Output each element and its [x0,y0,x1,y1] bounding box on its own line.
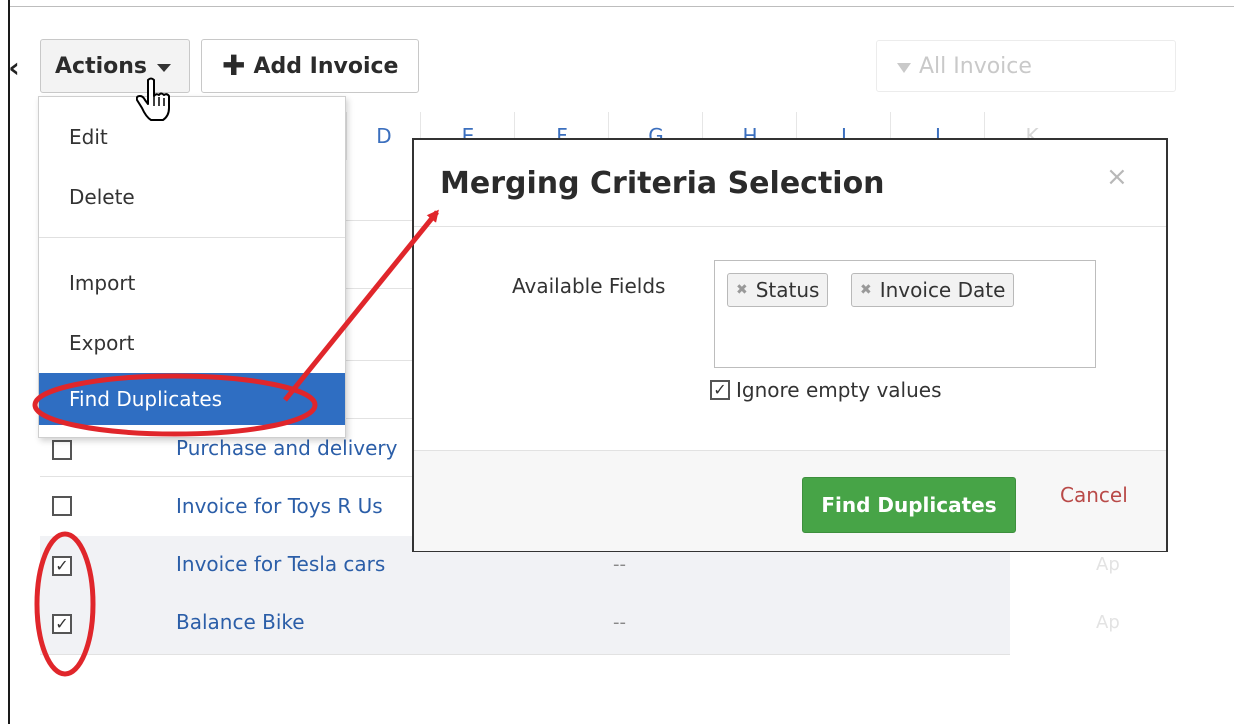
tag-invoice-date: ✖ Invoice Date [851,273,1015,307]
row-checkbox-checked[interactable]: ✓ [52,556,72,576]
row-invoice-link[interactable]: Purchase and delivery [176,436,397,460]
ignore-empty-values-option: ✓ Ignore empty values [710,378,942,402]
menu-item-export[interactable]: Export [39,317,345,369]
merging-criteria-modal: Merging Criteria Selection × Available F… [412,138,1168,552]
find-duplicates-button[interactable]: Find Duplicates [802,477,1016,533]
ignore-empty-label: Ignore empty values [736,378,942,402]
cancel-button[interactable]: Cancel [1060,483,1128,507]
available-fields-label: Available Fields [512,274,666,298]
window-top-border [8,6,1234,7]
ignore-empty-checkbox[interactable]: ✓ [710,380,730,400]
cell-value-faded: Ap [1096,554,1120,575]
add-invoice-button[interactable]: ✚ Add Invoice [201,39,419,93]
column-header-d[interactable]: D [346,112,421,160]
row-invoice-link[interactable]: Balance Bike [176,610,305,634]
row-invoice-link[interactable]: Invoice for Tesla cars [176,552,385,576]
add-invoice-label: Add Invoice [253,53,399,79]
menu-item-edit[interactable]: Edit [39,111,345,163]
actions-dropdown-menu: Edit Delete Import Export Find Duplicate… [38,96,346,438]
cell-value: -- [613,612,626,633]
caret-down-icon [157,64,171,72]
actions-label: Actions [55,53,147,79]
modal-title: Merging Criteria Selection [440,166,885,201]
row-invoice-link[interactable]: Invoice for Toys R Us [176,494,383,518]
row-checkbox-checked[interactable]: ✓ [52,614,72,634]
table-row: ✓ Balance Bike -- Ap [40,594,1120,655]
menu-item-delete[interactable]: Delete [39,171,345,223]
cell-value: -- [613,554,626,575]
close-icon[interactable]: ✖ [860,282,872,298]
available-fields-input[interactable]: ✖ Status ✖ Invoice Date [714,260,1096,368]
hand-pointer-icon [136,77,170,121]
chevron-left-icon[interactable]: ‹ [0,48,28,88]
menu-item-import[interactable]: Import [39,257,345,309]
row-checkbox[interactable] [52,496,72,516]
close-icon[interactable]: × [1106,162,1128,192]
funnel-icon [897,62,911,73]
modal-footer: Find Duplicates Cancel [414,450,1166,551]
row-checkbox[interactable] [52,440,72,460]
invoice-filter[interactable]: All Invoice [876,40,1176,92]
menu-divider [39,237,345,238]
filter-label: All Invoice [919,53,1032,79]
cell-value-faded: Ap [1096,612,1120,633]
menu-item-find-duplicates[interactable]: Find Duplicates [39,373,345,425]
plus-icon: ✚ [222,49,246,82]
modal-header-divider [414,226,1166,227]
close-icon[interactable]: ✖ [736,282,748,298]
tag-status: ✖ Status [727,273,829,307]
window-left-border [8,0,10,724]
